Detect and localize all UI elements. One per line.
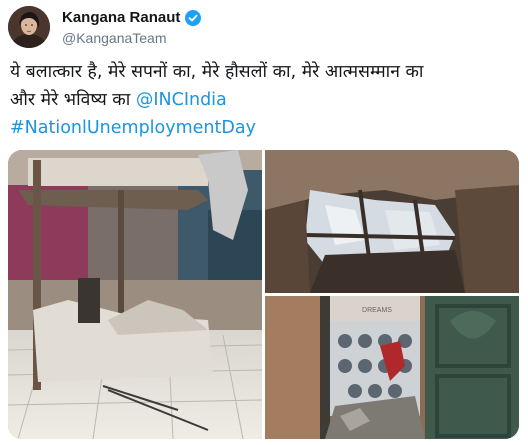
verified-badge-icon [185,9,202,26]
mention-link[interactable]: @INCIndia [136,90,227,110]
tweet-media-grid: DREAMS [8,150,519,439]
tweet-line-2-text: और मेरे भविष्य का [10,90,136,110]
demolished-room-photo[interactable] [8,150,262,439]
broken-ceiling-photo[interactable] [265,150,519,293]
hashtag-link[interactable]: #NationlUnemploymentDay [10,114,520,142]
tweet-text: ये बलात्कार है, मेरे सपनों का, मेरे हौसल… [10,58,520,142]
demolished-bathroom-photo[interactable]: DREAMS [265,296,519,439]
avatar[interactable] [8,6,50,48]
photo-sign-text: DREAMS [362,307,392,314]
tweet-line-1: ये बलात्कार है, मेरे सपनों का, मेरे हौसल… [10,62,424,82]
tweet-header: Kangana Ranaut @KanganaTeam [8,6,518,50]
author-handle[interactable]: @KanganaTeam [62,30,167,46]
author-name[interactable]: Kangana Ranaut [62,9,180,26]
author-name-row[interactable]: Kangana Ranaut [62,9,202,26]
tweet-line-2: और मेरे भविष्य का @INCIndia [10,86,520,114]
